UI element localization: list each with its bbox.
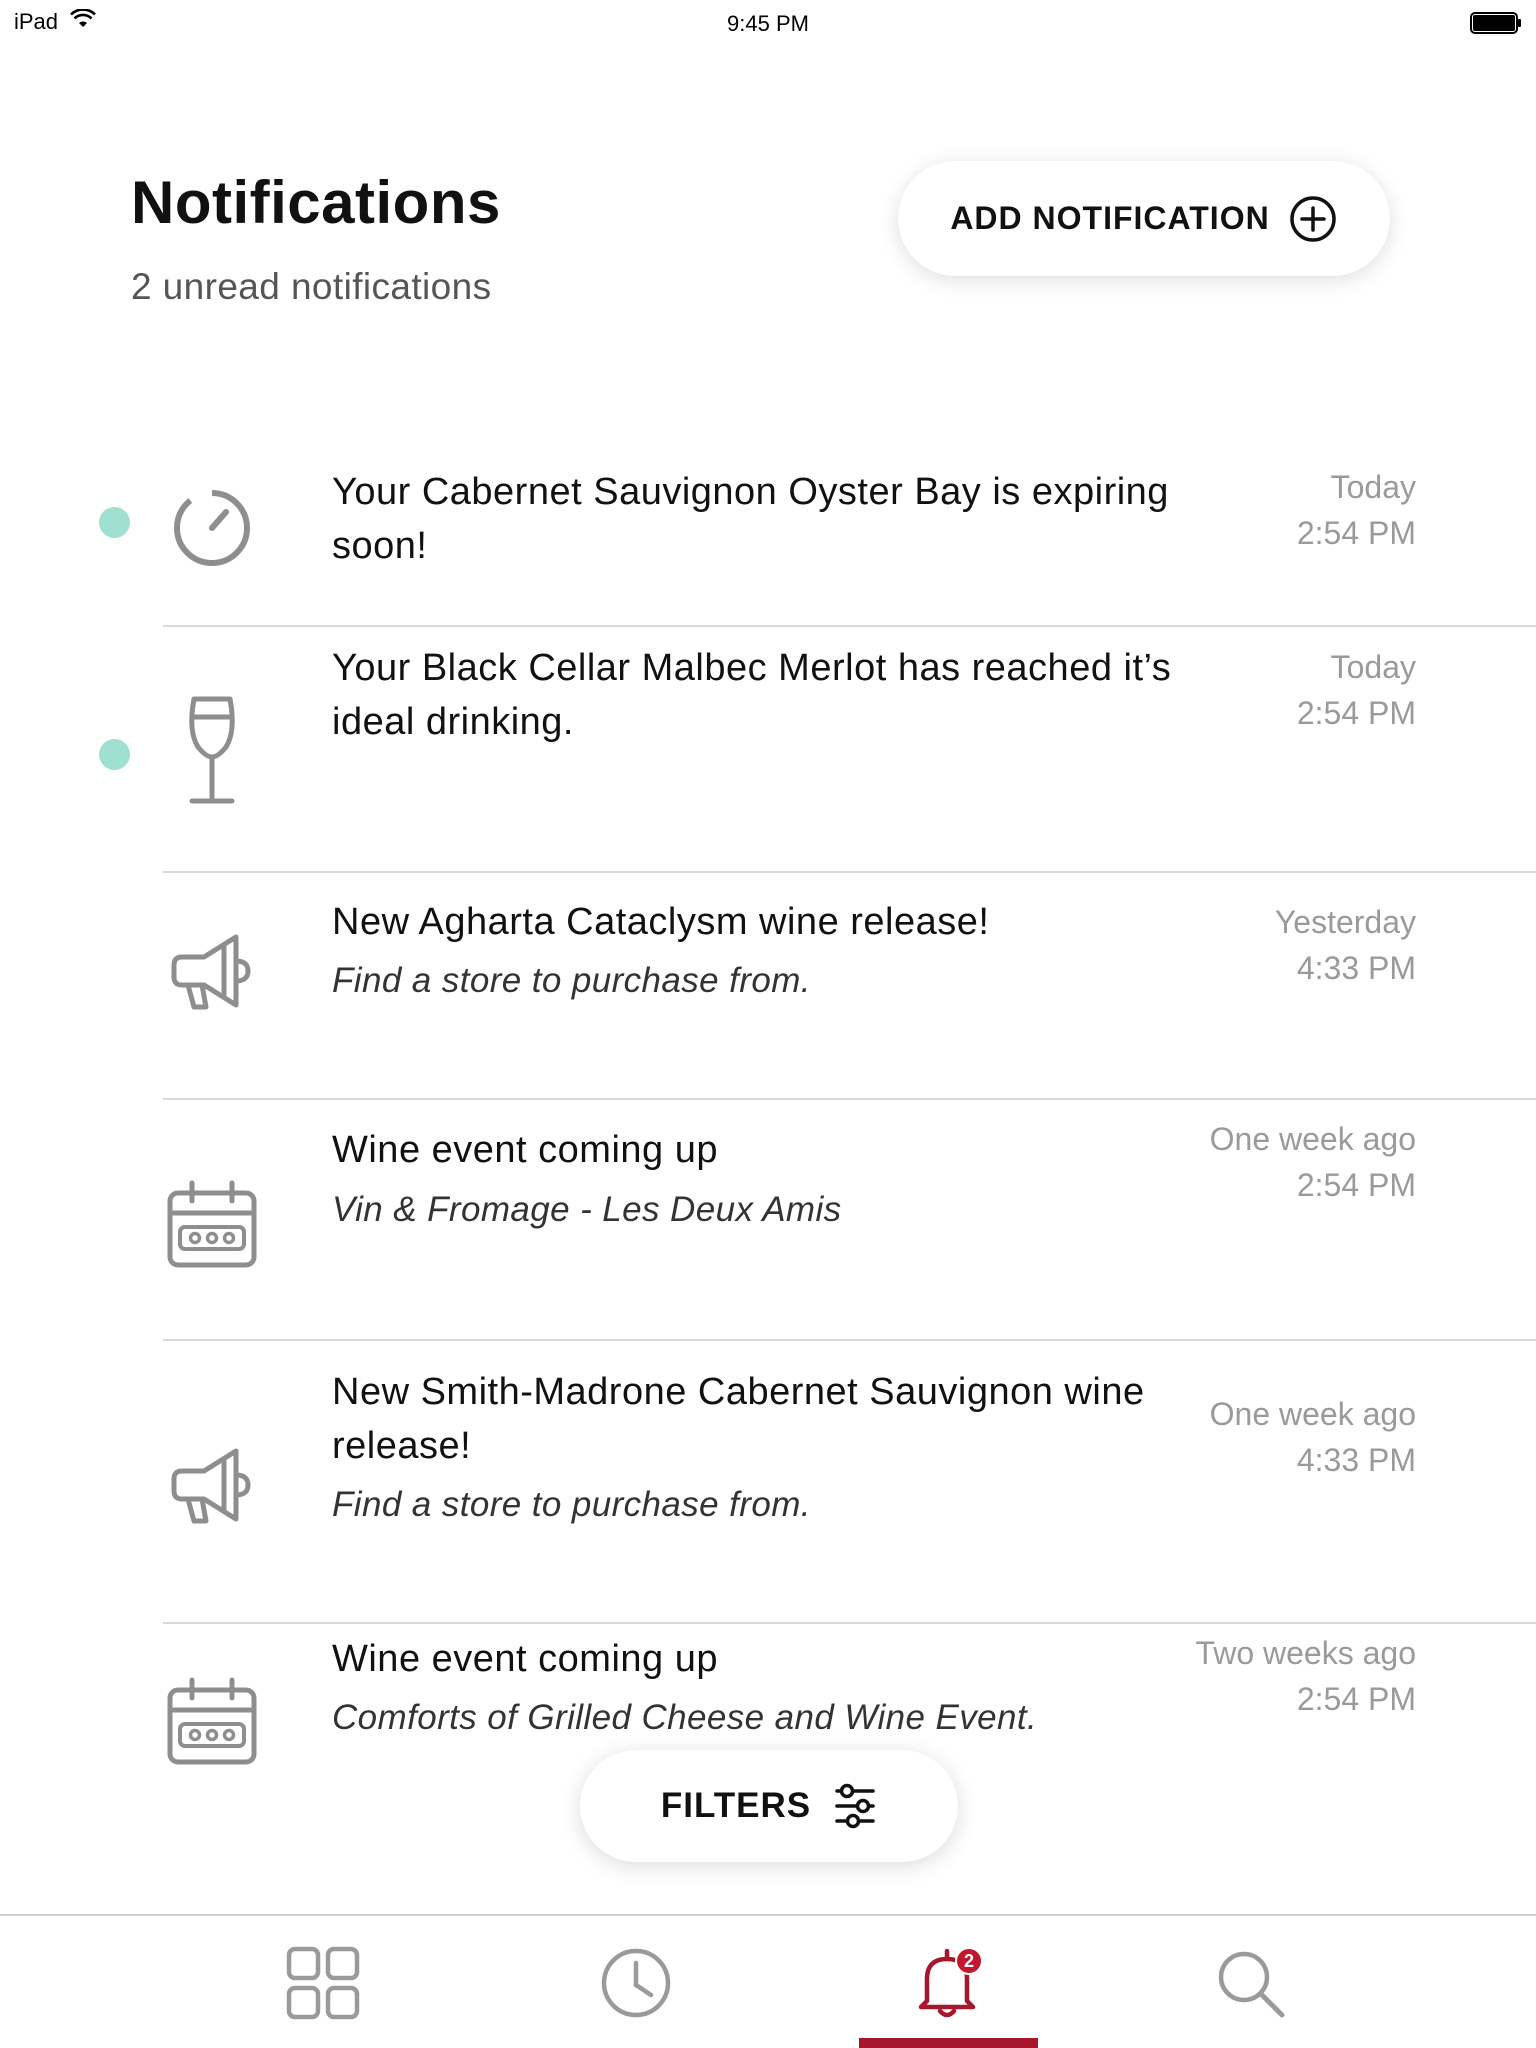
notification-time: 4:33 PM — [1296, 1442, 1416, 1478]
unread-dot — [99, 507, 130, 538]
notification-day: Two weeks ago — [1195, 1635, 1416, 1671]
calendar-icon — [167, 1180, 257, 1268]
battery-icon — [1470, 12, 1521, 34]
notification-item[interactable]: New Agharta Cataclysm wine release! Find… — [0, 873, 1536, 1100]
sliders-icon — [835, 1783, 875, 1829]
notification-day: Today — [1330, 649, 1416, 685]
megaphone-icon — [171, 1448, 251, 1524]
notification-time: 2:54 PM — [1296, 695, 1416, 731]
active-tab-indicator — [859, 2038, 1038, 2048]
bell-wrapper: 2 — [907, 1943, 987, 2023]
tab-history[interactable] — [546, 1916, 726, 2048]
notification-time: 2:54 PM — [1296, 515, 1416, 551]
notification-item[interactable]: New Smith-Madrone Cabernet Sauvignon win… — [0, 1341, 1536, 1624]
notification-timestamp: Yesterday 4:33 PM — [1056, 899, 1416, 991]
clock-time: 9:45 PM — [727, 11, 809, 36]
notification-timestamp: One week ago 4:33 PM — [1056, 1391, 1416, 1483]
plus-circle-icon — [1289, 195, 1336, 242]
notification-timestamp: Today 2:54 PM — [1056, 464, 1416, 556]
status-bar: iPad 9:45 PM — [0, 0, 1536, 44]
notification-item[interactable]: Wine event coming up Comforts of Grilled… — [0, 1624, 1536, 1770]
unread-dot — [99, 739, 130, 770]
unread-count: 2 unread notifications — [131, 266, 492, 307]
notification-subtitle: Find a store to purchase from. — [332, 1485, 811, 1524]
notification-timestamp: Today 2:54 PM — [1056, 644, 1416, 736]
add-notification-button[interactable]: ADD NOTIFICATION — [898, 161, 1390, 276]
tab-dashboard[interactable] — [233, 1916, 413, 2048]
tab-notifications[interactable]: 2 — [857, 1916, 1037, 2048]
notification-time: 2:54 PM — [1296, 1167, 1416, 1203]
notification-badge: 2 — [955, 1947, 983, 1975]
filters-button[interactable]: FILTERS — [580, 1750, 958, 1862]
notification-timestamp: Two weeks ago 2:54 PM — [1056, 1630, 1416, 1722]
notification-item[interactable]: Wine event coming up Vin & Fromage - Les… — [0, 1100, 1536, 1341]
notification-day: One week ago — [1209, 1396, 1416, 1432]
notification-item[interactable]: Your Cabernet Sauvignon Oyster Bay is ex… — [0, 440, 1536, 627]
clock-icon — [601, 1948, 671, 2018]
notification-item[interactable]: Your Black Cellar Malbec Merlot has reac… — [0, 627, 1536, 873]
timer-icon — [174, 488, 250, 566]
notification-time: 2:54 PM — [1296, 1681, 1416, 1717]
notification-day: Yesterday — [1274, 904, 1416, 940]
notification-list: Your Cabernet Sauvignon Oyster Bay is ex… — [0, 440, 1536, 1770]
tab-search[interactable] — [1160, 1916, 1340, 2048]
wine-glass-icon — [189, 696, 235, 804]
filters-label: FILTERS — [660, 1786, 812, 1825]
notification-day: Today — [1330, 469, 1416, 505]
megaphone-icon — [171, 934, 251, 1010]
notification-timestamp: One week ago 2:54 PM — [1056, 1116, 1416, 1208]
search-icon — [1218, 1951, 1285, 2018]
add-notification-label: ADD NOTIFICATION — [950, 200, 1270, 236]
grid-icon — [286, 1946, 360, 2020]
notification-day: One week ago — [1209, 1121, 1416, 1157]
notification-time: 4:33 PM — [1296, 950, 1416, 986]
calendar-icon — [167, 1677, 257, 1765]
tab-bar: 2 — [0, 1914, 1536, 2048]
page-title: Notifications — [131, 169, 501, 236]
